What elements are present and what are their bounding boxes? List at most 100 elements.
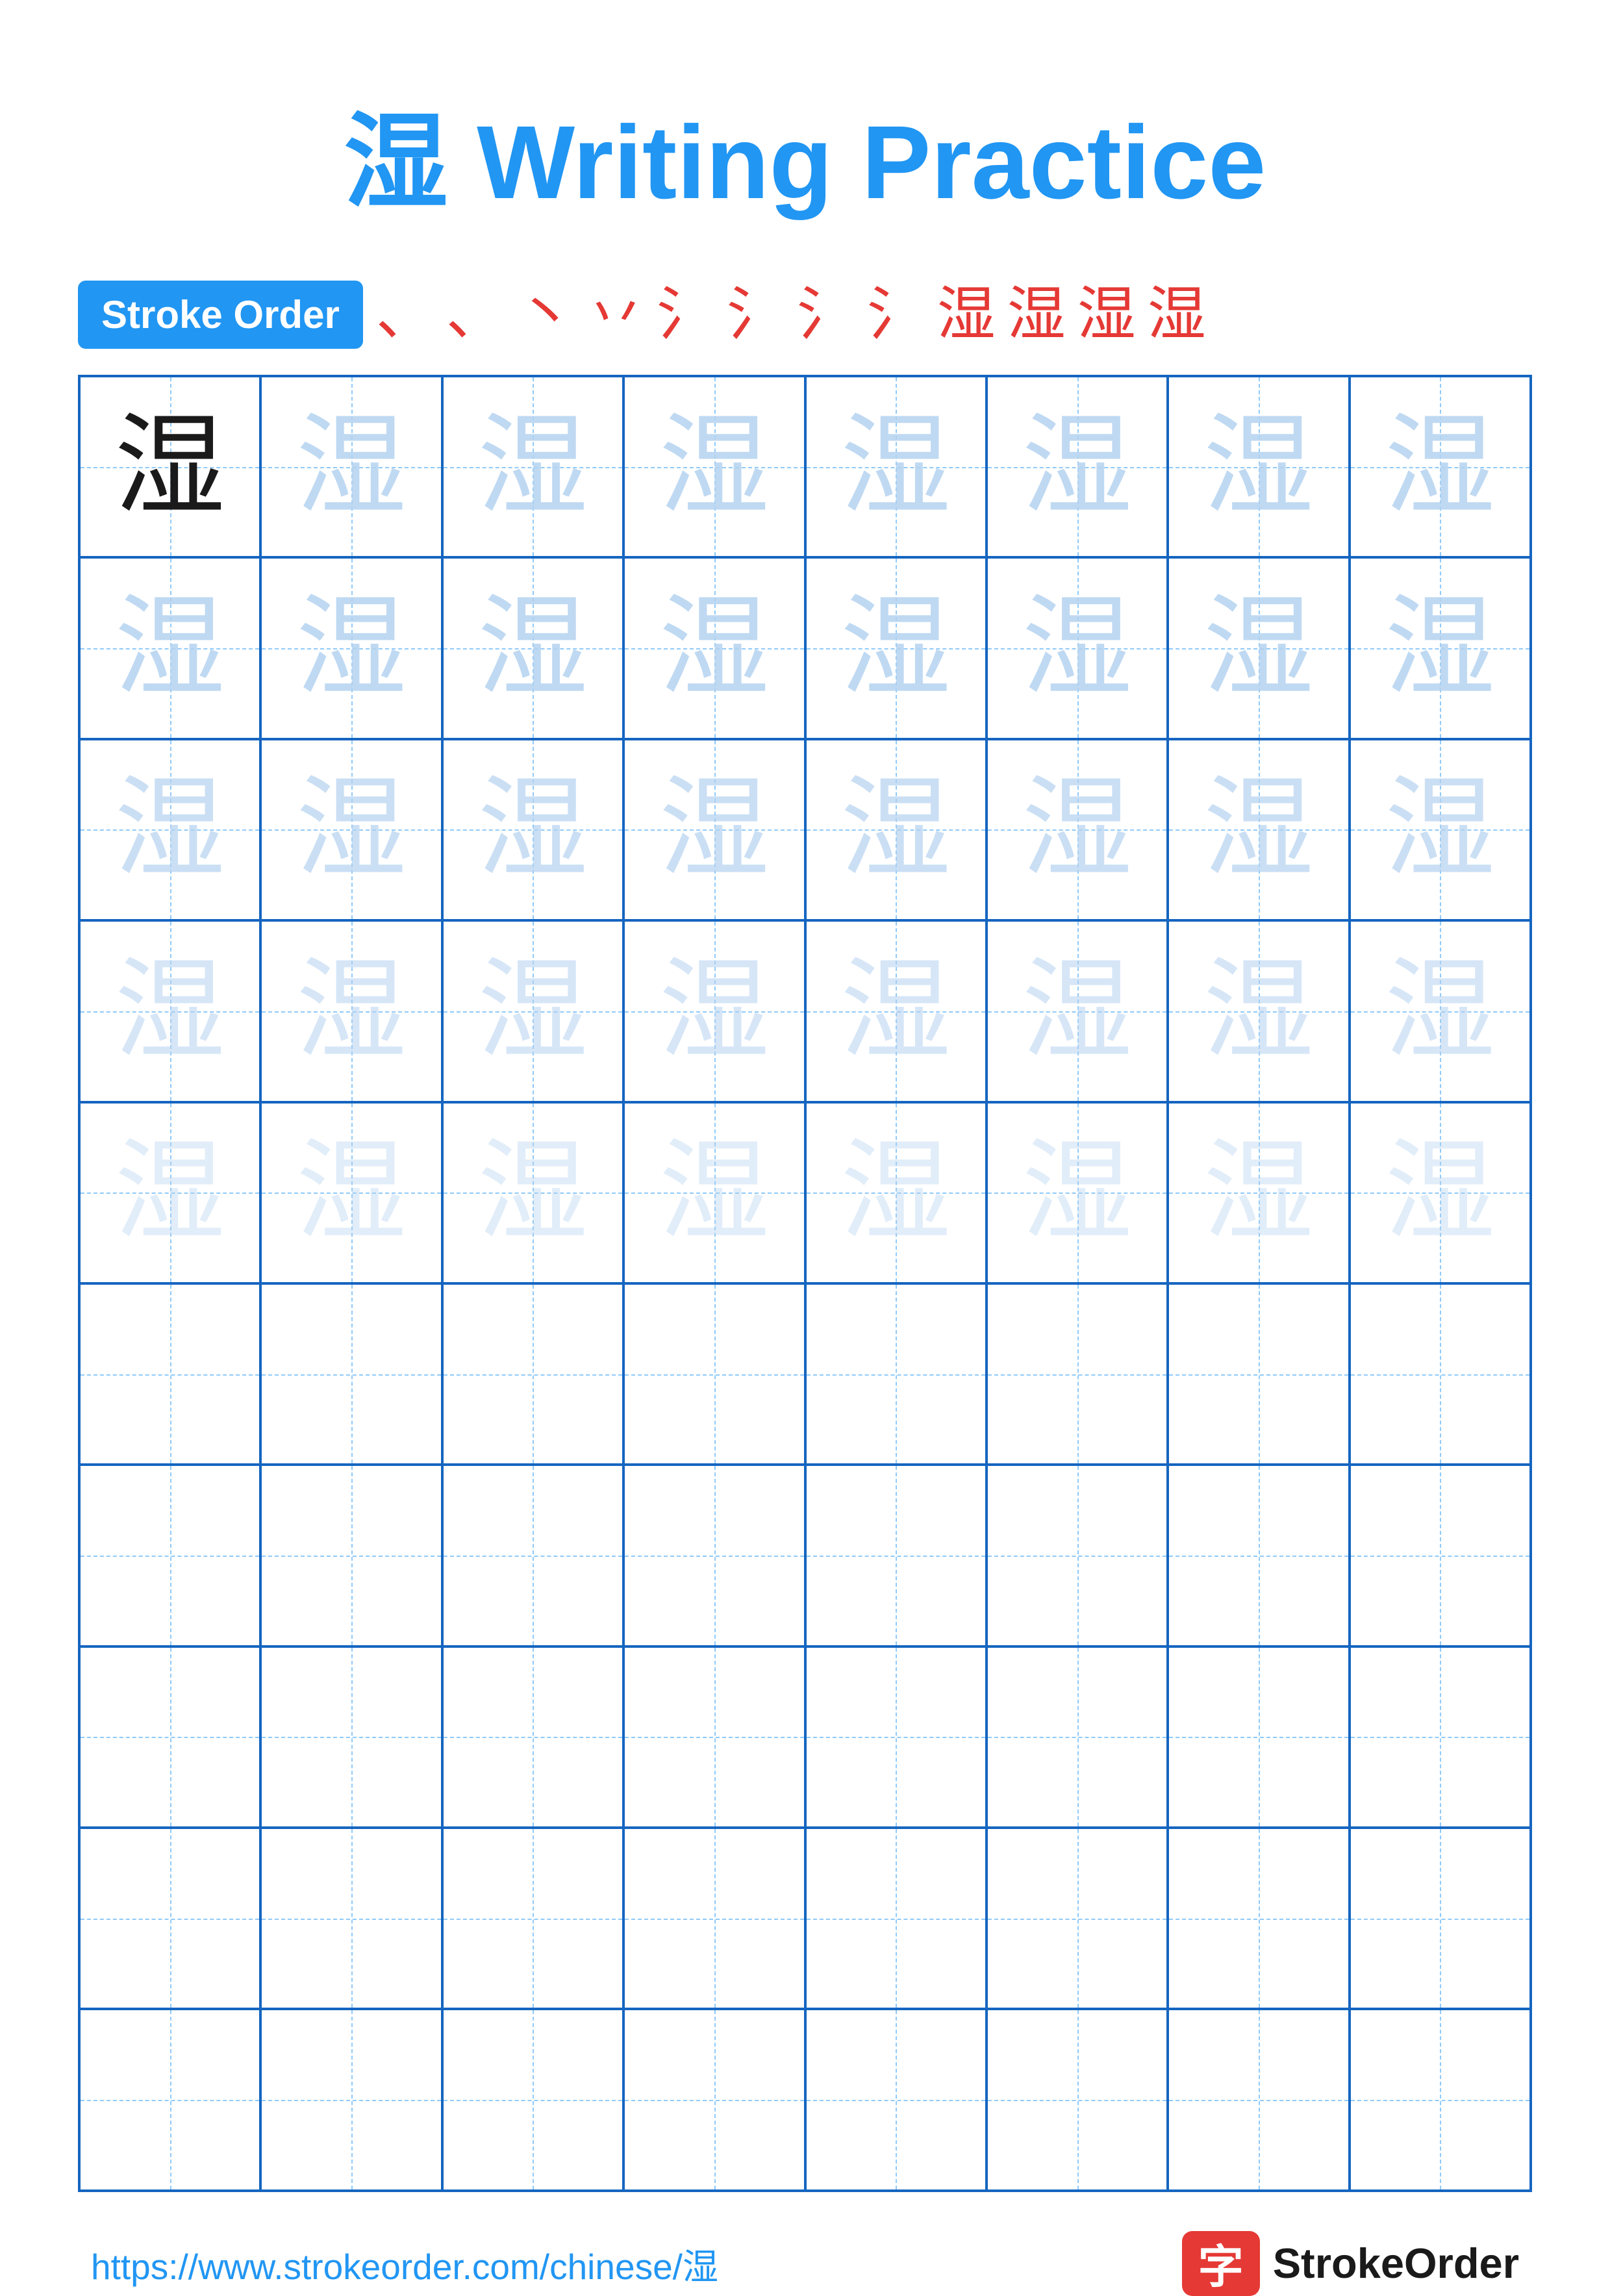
practice-char: 湿 [477,1137,588,1248]
grid-cell: 湿 [1350,376,1531,557]
grid-cell-empty[interactable] [1350,1283,1531,1465]
grid-cell-empty[interactable] [987,1283,1168,1465]
grid-cell-empty[interactable] [1350,2009,1531,2190]
stroke-3: 丶 [516,286,575,344]
grid-cell-empty[interactable] [987,2009,1168,2190]
practice-char: 湿 [840,593,951,703]
practice-char: 湿 [477,412,588,522]
grid-cell-empty[interactable] [1168,1828,1349,2009]
grid-cell: 湿 [623,1102,805,1283]
grid-cell-empty[interactable] [1168,2009,1349,2190]
practice-char: 湿 [296,774,407,885]
grid-cell-empty[interactable] [1350,1646,1531,1828]
grid-cell-empty[interactable] [79,2009,260,2190]
grid-cell: 湿 [805,920,987,1102]
grid-cell-empty[interactable] [805,1646,987,1828]
stroke-2: 、 [446,286,505,344]
stroke-10: 湿 [1007,286,1066,344]
grid-cell: 湿 [1350,920,1531,1102]
grid-cell: 湿 [805,739,987,920]
grid-cell-empty[interactable] [79,1465,260,1646]
practice-char: 湿 [659,774,770,885]
practice-char: 湿 [1203,593,1314,703]
grid-cell-empty[interactable] [79,1828,260,2009]
grid-cell-empty[interactable] [260,1646,442,1828]
practice-char: 湿 [659,1137,770,1248]
footer-url[interactable]: https://www.strokeorder.com/chinese/湿 [91,2238,718,2290]
grid-cell-empty[interactable] [987,1828,1168,2009]
grid-cell-empty[interactable] [79,1283,260,1465]
practice-char: 湿 [115,1137,225,1248]
grid-cell-empty[interactable] [442,1828,623,2009]
grid-cell-empty[interactable] [805,1828,987,2009]
practice-grid: 湿 湿 湿 湿 湿 湿 湿 湿 湿 湿 湿 [78,375,1532,2192]
practice-char: 湿 [1385,956,1495,1066]
practice-char: 湿 [1385,774,1495,885]
practice-char: 湿 [115,956,225,1066]
title-char: 湿 Writing Practice [344,104,1266,220]
grid-cell-empty[interactable] [442,1465,623,1646]
page-title: 湿 Writing Practice [344,78,1266,229]
grid-cell-empty[interactable] [442,1646,623,1828]
grid-cell-empty[interactable] [805,1465,987,1646]
practice-char: 湿 [115,412,225,522]
grid-cell-empty[interactable] [623,1646,805,1828]
practice-char: 湿 [1022,593,1133,703]
grid-cell-empty[interactable] [1168,1465,1349,1646]
grid-cell-empty[interactable] [1350,1465,1531,1646]
grid-cell: 湿 [805,557,987,738]
grid-cell-empty[interactable] [623,1283,805,1465]
grid-cell-empty[interactable] [987,1646,1168,1828]
grid-cell-empty[interactable] [987,1465,1168,1646]
practice-char: 湿 [840,774,951,885]
grid-cell: 湿 [442,739,623,920]
grid-cell-empty[interactable] [805,2009,987,2190]
practice-char: 湿 [1203,774,1314,885]
grid-cell: 湿 [987,557,1168,738]
practice-char: 湿 [1385,412,1495,522]
grid-cell-empty[interactable] [1350,1828,1531,2009]
grid-cell-empty[interactable] [805,1283,987,1465]
stroke-order-badge: Stroke Order [78,281,363,349]
grid-cell: 湿 [623,376,805,557]
practice-char: 湿 [477,593,588,703]
practice-char: 湿 [1022,1137,1133,1248]
stroke-sequence: 、 、 丶 丷 氵 氵 氵 氵 湿 湿 湿 湿 [376,286,1532,344]
grid-cell-empty[interactable] [260,2009,442,2190]
practice-char: 湿 [1385,593,1495,703]
stroke-7: 氵 [797,286,855,344]
grid-cell-empty[interactable] [623,2009,805,2190]
grid-cell-empty[interactable] [1168,1283,1349,1465]
grid-cell: 湿 [987,739,1168,920]
grid-cell-empty[interactable] [442,2009,623,2190]
practice-char: 湿 [296,1137,407,1248]
grid-cell-empty[interactable] [260,1283,442,1465]
grid-cell: 湿 [1350,1102,1531,1283]
grid-cell: 湿 [79,920,260,1102]
grid-cell: 湿 [1168,557,1349,738]
grid-cell-empty[interactable] [1168,1646,1349,1828]
page: 湿 Writing Practice Stroke Order 、 、 丶 丷 … [0,0,1610,2278]
practice-char: 湿 [840,1137,951,1248]
grid-cell-empty[interactable] [260,1828,442,2009]
grid-cell: 湿 [623,557,805,738]
practice-char: 湿 [1022,956,1133,1066]
grid-cell: 湿 [987,920,1168,1102]
grid-cell-empty[interactable] [623,1465,805,1646]
grid-cell: 湿 [623,739,805,920]
grid-cell: 湿 [805,1102,987,1283]
grid-cell-empty[interactable] [260,1465,442,1646]
practice-char: 湿 [840,412,951,522]
grid-cell-empty[interactable] [623,1828,805,2009]
grid-cell: 湿 [79,376,260,557]
grid-cell: 湿 [79,557,260,738]
stroke-9: 湿 [937,286,996,344]
grid-cell-empty[interactable] [442,1283,623,1465]
practice-char: 湿 [1203,412,1314,522]
practice-char: 湿 [659,412,770,522]
grid-cell-empty[interactable] [79,1646,260,1828]
grid-cell: 湿 [79,1102,260,1283]
grid-cell: 湿 [1168,376,1349,557]
practice-char: 湿 [477,774,588,885]
grid-cell: 湿 [442,376,623,557]
